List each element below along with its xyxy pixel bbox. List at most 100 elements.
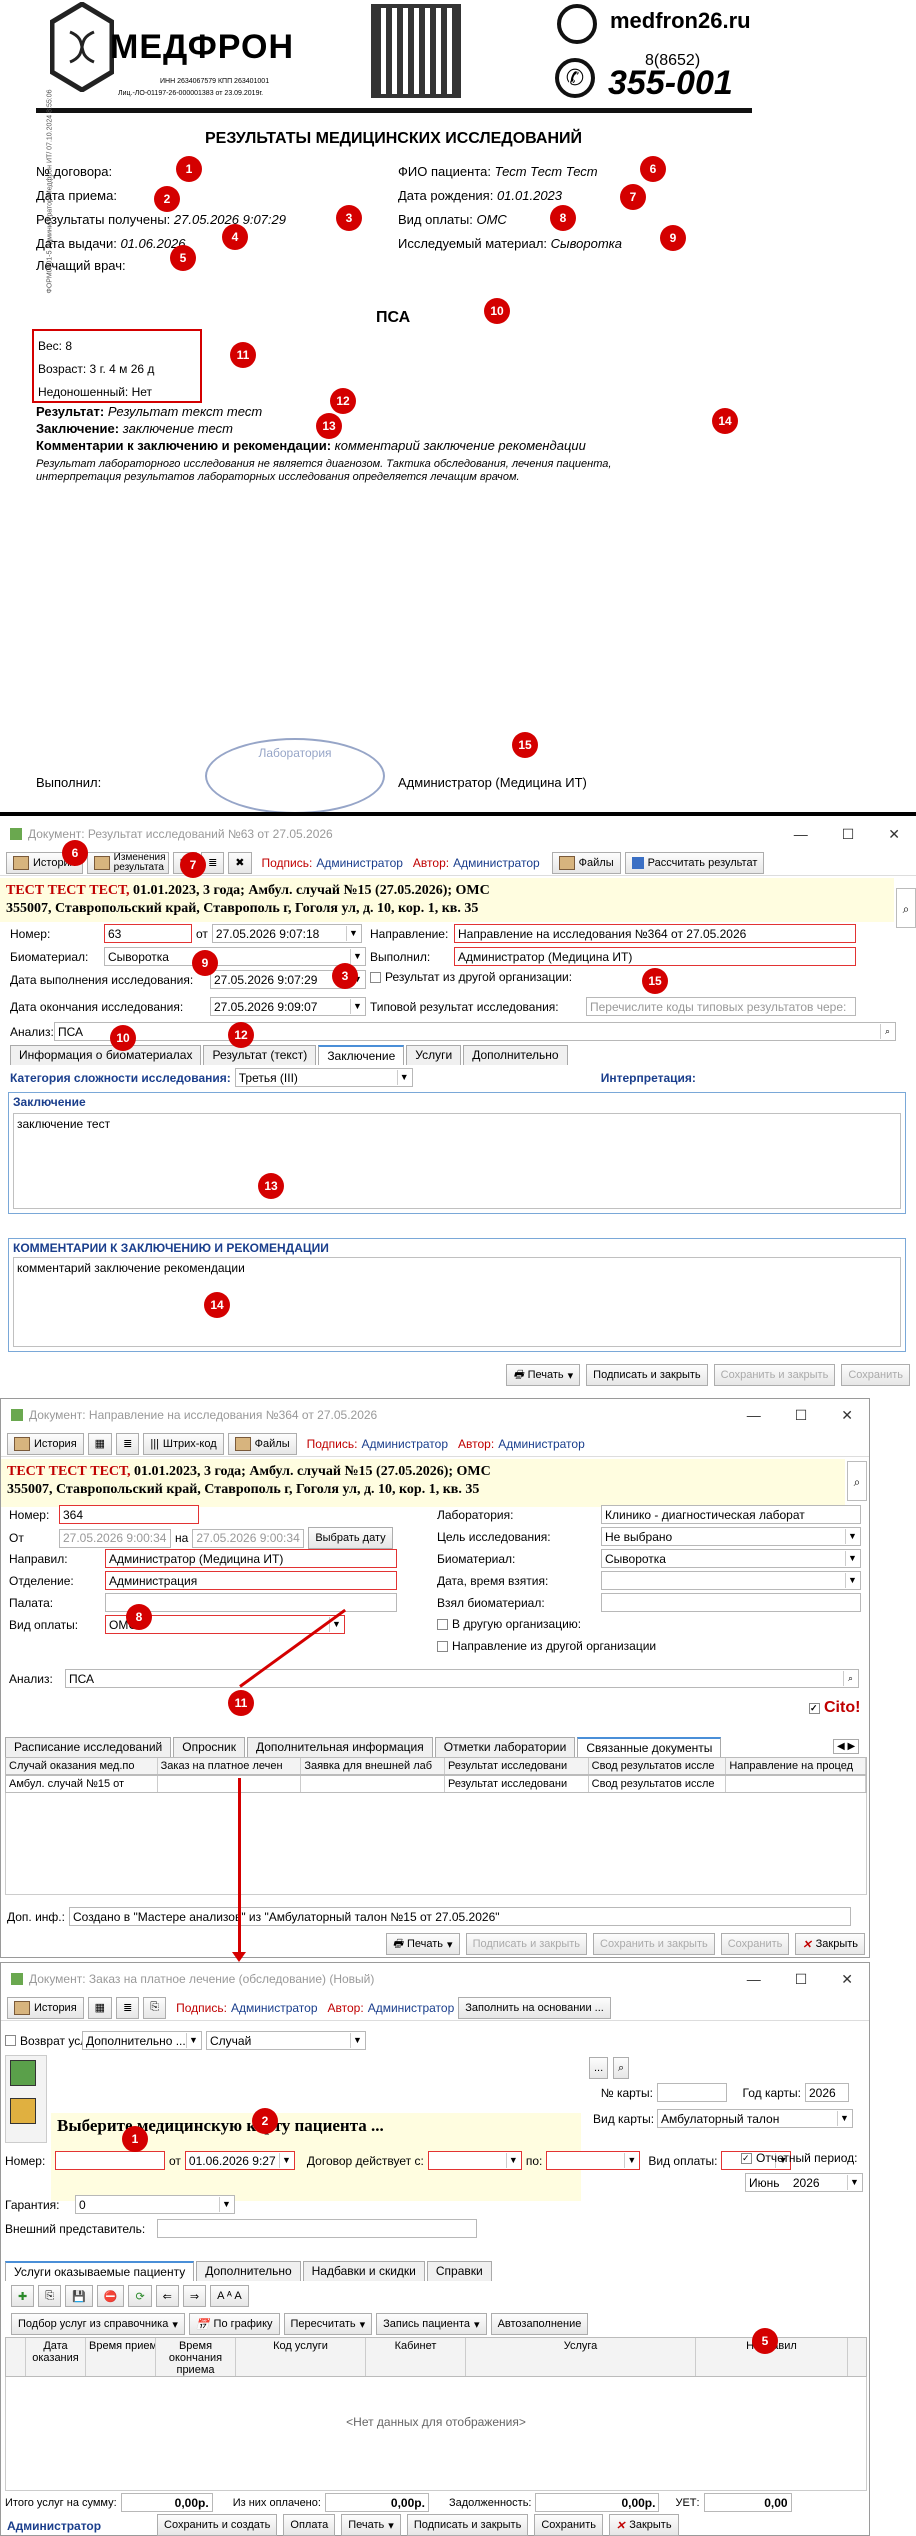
comment-textarea[interactable]: комментарий заключение рекомендации xyxy=(13,1257,901,1347)
refresh-icon-button[interactable]: ⟳ xyxy=(128,2285,152,2307)
case-select[interactable]: Случай ▼ xyxy=(206,2031,366,2050)
col-header[interactable]: Результат исследовани xyxy=(445,1758,589,1774)
analysis-field[interactable]: ПСА ⌕ xyxy=(54,1022,896,1041)
dropdown-icon[interactable]: ▼ xyxy=(845,1551,859,1566)
tab-additional[interactable]: Дополнительно xyxy=(463,1045,568,1065)
period-select[interactable]: Июнь 2026 ▼ xyxy=(745,2173,863,2192)
tab-result-text[interactable]: Результат (текст) xyxy=(203,1045,317,1065)
tab-extra-info[interactable]: Дополнительная информация xyxy=(247,1737,433,1757)
wallet-icon[interactable] xyxy=(10,2098,36,2124)
tab-discounts[interactable]: Надбавки и скидки xyxy=(302,2261,425,2281)
col-header[interactable]: Направление на процед xyxy=(726,1758,867,1774)
minimize-icon[interactable]: — xyxy=(747,1971,761,1988)
date-field[interactable]: 27.05.2026 9:07:18 ▼ xyxy=(211,924,362,943)
table-row[interactable]: Амбул. случай №15 от Результат исследова… xyxy=(5,1775,867,1793)
maximize-icon[interactable]: ☐ xyxy=(795,1407,808,1424)
took-field[interactable] xyxy=(601,1593,861,1612)
goal-select[interactable]: Не выбрано ▼ xyxy=(601,1527,861,1546)
files-button[interactable]: Файлы xyxy=(551,851,621,874)
dropdown-icon[interactable]: ▼ xyxy=(278,2153,293,2168)
col-header[interactable]: Время окончания приема xyxy=(156,2338,236,2376)
print-button[interactable]: Печать ▾ xyxy=(341,2514,401,2536)
close-icon[interactable]: ✕ xyxy=(841,1407,853,1424)
dropdown-icon[interactable]: ▼ xyxy=(845,1573,859,1588)
dropdown-icon[interactable]: ▼ xyxy=(219,2197,233,2212)
patient-search-button[interactable]: ⌕ xyxy=(896,888,916,928)
card-icon[interactable] xyxy=(10,2060,36,2086)
conclusion-textarea[interactable]: заключение тест xyxy=(13,1113,901,1209)
maximize-icon[interactable]: ☐ xyxy=(795,1971,808,1988)
complexity-select[interactable]: Третья (III) ▼ xyxy=(234,1068,413,1087)
end-date-field[interactable]: 27.05.2026 9:09:07 ▼ xyxy=(210,997,366,1016)
close-button[interactable]: ✕ Закрыть xyxy=(795,1933,865,1955)
other-org-checkbox[interactable] xyxy=(437,1618,448,1630)
save-create-button[interactable]: Сохранить и создать xyxy=(157,2514,278,2536)
valid-to-field[interactable]: ▼ xyxy=(546,2151,641,2170)
dropdown-icon[interactable]: ▼ xyxy=(837,2111,851,2126)
close-button[interactable]: ✕ Закрыть xyxy=(608,2514,679,2536)
copy-icon-button[interactable]: ⎘ xyxy=(143,1996,167,2019)
grid-icon-button[interactable]: ▦ xyxy=(87,1996,113,2019)
extra-select[interactable]: Дополнительно ... ▼ xyxy=(82,2031,202,2050)
card-kind-select[interactable]: Амбулаторный талон ▼ xyxy=(657,2109,853,2128)
number-field[interactable] xyxy=(55,2151,165,2170)
cito-checkbox[interactable]: ✓ xyxy=(809,1702,820,1714)
from-date-field[interactable]: 27.05.2026 9:00:34 xyxy=(59,1528,171,1548)
history-button[interactable]: История xyxy=(7,1432,84,1455)
autofill-button[interactable]: Автозаполнение xyxy=(490,2313,589,2335)
tab-certificates[interactable]: Справки xyxy=(426,2261,492,2281)
col-header[interactable]: Свод результатов иссле xyxy=(589,1758,727,1774)
save-close-button[interactable]: Сохранить и закрыть xyxy=(713,1364,836,1386)
minimize-icon[interactable]: — xyxy=(794,826,808,843)
debt-field[interactable]: 0,00р. xyxy=(535,2493,660,2512)
search-icon[interactable]: ⌕ xyxy=(843,1671,857,1686)
dropdown-icon[interactable]: ▼ xyxy=(624,2153,638,2168)
report-checkbox[interactable]: ✓ xyxy=(741,2152,752,2164)
other-org-checkbox[interactable] xyxy=(370,971,381,983)
delete-icon-button[interactable]: ⛔ xyxy=(96,2285,125,2307)
col-header[interactable]: Заказ на платное лечен xyxy=(158,1758,302,1774)
dropdown-icon[interactable]: ▼ xyxy=(505,2153,520,2168)
dropdown-icon[interactable]: ▼ xyxy=(847,2175,861,2190)
arrow-right-icon-button[interactable]: ⇒ xyxy=(182,2285,207,2307)
patient-search-button[interactable]: ⌕ xyxy=(847,1461,867,1501)
lab-field[interactable]: Клинико - диагностическая лаборат xyxy=(601,1505,861,1524)
print-button[interactable]: 🖶 Печать ▾ xyxy=(506,1364,581,1386)
arrow-left-icon-button[interactable]: ⇐ xyxy=(155,2285,179,2307)
from-org-checkbox[interactable] xyxy=(437,1640,448,1652)
save-icon-button[interactable]: 💾 xyxy=(65,2285,93,2307)
sign-close-button[interactable]: Подписать и закрыть xyxy=(406,2514,529,2536)
payment-button[interactable]: Оплата xyxy=(283,2514,336,2536)
tab-questionnaire[interactable]: Опросник xyxy=(173,1737,245,1757)
from-date-field[interactable]: 01.06.2026 9:27 ▼ xyxy=(184,2151,295,2170)
col-header[interactable]: Код услуги xyxy=(236,2338,366,2376)
history-button[interactable]: История xyxy=(7,1996,84,2019)
save-button[interactable]: Сохранить xyxy=(534,2514,603,2536)
col-header[interactable]: Случай оказания мед.по xyxy=(6,1758,158,1774)
sent-field[interactable]: Администратор (Медицина ИТ) xyxy=(105,1549,397,1568)
card-num-field[interactable] xyxy=(657,2083,727,2102)
changes-button[interactable]: Изменения результата xyxy=(86,851,169,874)
tabs-scroll-buttons[interactable]: ◀ ▶ xyxy=(833,1739,860,1754)
paid-field[interactable]: 0,00р. xyxy=(324,2493,429,2512)
dropdown-icon[interactable]: ▼ xyxy=(350,999,364,1014)
files-button[interactable]: Файлы xyxy=(227,1432,297,1455)
analysis-field[interactable]: ПСА ⌕ xyxy=(65,1669,859,1688)
number-field[interactable]: 63 xyxy=(104,924,192,943)
add-icon-button[interactable]: ✚ xyxy=(11,2285,35,2307)
tab-schedule[interactable]: Расписание исследований xyxy=(5,1737,172,1757)
biomaterial-select[interactable]: Сыворотка ▼ xyxy=(104,947,366,966)
card-year-field[interactable]: 2026 xyxy=(805,2083,849,2102)
recalc-button[interactable]: Пересчитать ▾ xyxy=(283,2313,373,2335)
calc-result-button[interactable]: Рассчитать результат xyxy=(624,851,765,874)
schedule-button[interactable]: 📅 По графику xyxy=(188,2313,280,2335)
tab-conclusion[interactable]: Заключение xyxy=(318,1045,405,1065)
col-header[interactable]: Кабинет xyxy=(366,2338,466,2376)
tab-linked-docs[interactable]: Связанные документы xyxy=(577,1737,722,1757)
valid-from-field[interactable]: ▼ xyxy=(427,2151,522,2170)
number-field[interactable]: 364 xyxy=(59,1505,199,1524)
typical-field[interactable]: Перечислите коды типовых результатов чер… xyxy=(586,997,856,1016)
dropdown-icon[interactable]: ▼ xyxy=(350,2033,364,2048)
record-button[interactable]: Запись пациента ▾ xyxy=(376,2313,487,2335)
dropdown-icon[interactable]: ▼ xyxy=(186,2033,200,2048)
